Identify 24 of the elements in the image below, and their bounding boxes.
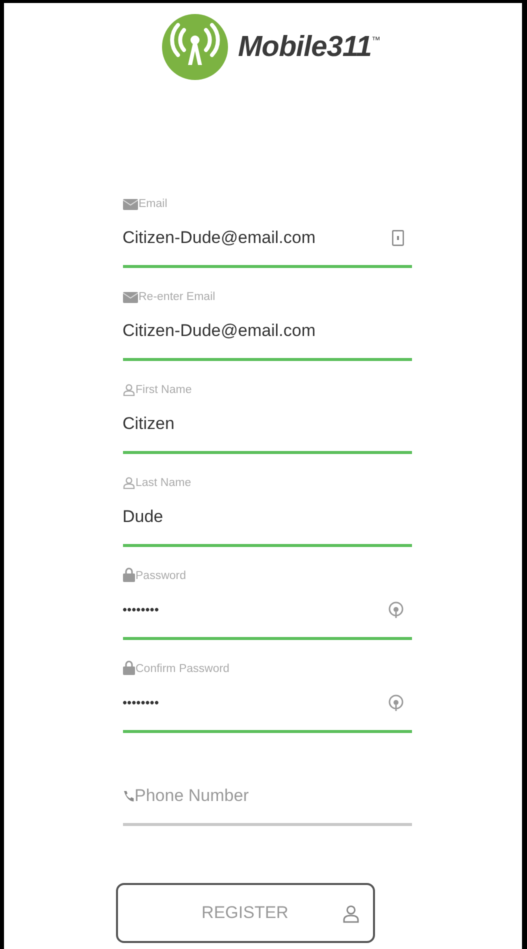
field-label: Email bbox=[138, 198, 168, 210]
phone-icon bbox=[122, 790, 134, 802]
lock-icon bbox=[122, 567, 134, 582]
input-field[interactable]: Citizen-Dude@email.com bbox=[122, 320, 412, 340]
input-field[interactable]: Dude bbox=[122, 506, 412, 526]
field-label: Re-enter Email bbox=[138, 291, 216, 303]
input-field[interactable]: Citizen-Dude@email.com bbox=[122, 228, 392, 248]
app-logo-text: Mobile311$^{™}$ bbox=[238, 30, 380, 64]
field-label: First Name bbox=[136, 384, 192, 396]
input-field[interactable]: Phone Number bbox=[134, 786, 412, 806]
input-field[interactable]: •••••••• bbox=[122, 602, 388, 617]
contact-card-icon[interactable] bbox=[392, 230, 404, 246]
person-icon bbox=[342, 905, 358, 923]
mail-icon bbox=[122, 292, 138, 303]
mail-icon bbox=[122, 199, 138, 210]
field-label: Last Name bbox=[136, 477, 192, 489]
field-label: Password bbox=[136, 570, 186, 582]
input-field[interactable]: •••••••• bbox=[122, 695, 388, 710]
person-icon bbox=[122, 477, 134, 489]
field-label: Confirm Password bbox=[136, 663, 230, 675]
logo-icon bbox=[162, 14, 228, 80]
input-field[interactable]: Citizen bbox=[122, 414, 412, 434]
lock-icon bbox=[122, 660, 134, 675]
person-icon bbox=[122, 384, 134, 396]
